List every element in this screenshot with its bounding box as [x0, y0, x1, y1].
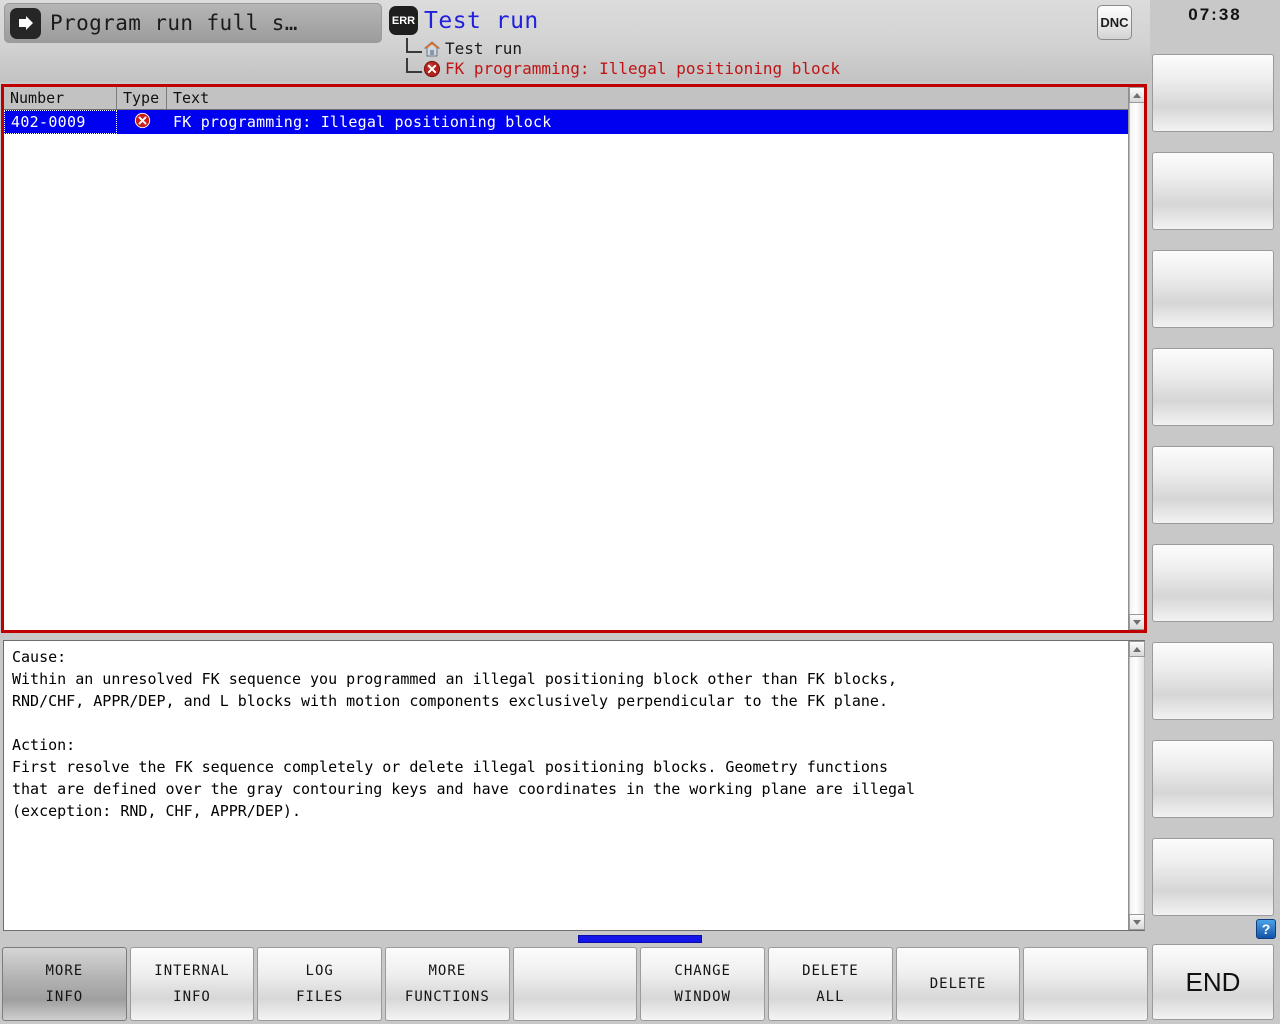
- header-bar: Program run full s… ERR Test run Test ru…: [0, 0, 1150, 82]
- softkey-delete-all[interactable]: DELETE ALL: [768, 947, 893, 1021]
- softkey-more-functions[interactable]: MORE FUNCTIONS: [385, 947, 510, 1021]
- chevron-up-icon: [1133, 646, 1141, 652]
- tree-elbow-icon: [406, 38, 422, 53]
- right-sidebar: 07:38 ? END: [1150, 0, 1280, 1024]
- softkey-empty-1[interactable]: [512, 947, 638, 1021]
- end-button[interactable]: END: [1152, 944, 1274, 1020]
- softkey-line2: ALL: [816, 989, 845, 1005]
- error-window-title: Test run: [424, 8, 539, 34]
- chevron-down-icon: [1133, 919, 1141, 925]
- softkey-line2: INFO: [45, 989, 84, 1005]
- softkey-page-indicator-fill: [578, 935, 702, 943]
- softkey-line1: DELETE: [802, 963, 859, 979]
- softkey-bar: MORE INFO INTERNAL INFO LOG FILES MORE F…: [0, 944, 1150, 1024]
- breadcrumb-label: Test run: [445, 39, 523, 58]
- softkey-internal-info[interactable]: INTERNAL INFO: [129, 947, 255, 1021]
- column-header-number: Number: [4, 87, 117, 109]
- vertical-softkey-5[interactable]: [1152, 446, 1274, 524]
- clock: 07:38: [1188, 5, 1242, 24]
- cell-number: 402-0009: [4, 110, 117, 134]
- tree-elbow-icon: [406, 58, 422, 73]
- error-circle-icon: [134, 112, 151, 133]
- softkey-more-info[interactable]: MORE INFO: [2, 947, 127, 1021]
- softkey-page-indicator: [0, 934, 1150, 944]
- softkey-line1: LOG: [305, 963, 334, 979]
- vertical-softkey-3[interactable]: [1152, 250, 1274, 328]
- table-row[interactable]: 402-0009 FK programming: Illegal positio…: [4, 110, 1144, 134]
- home-icon: [423, 40, 441, 58]
- softkey-line2: WINDOW: [674, 989, 731, 1005]
- softkey-empty-2[interactable]: [1023, 947, 1149, 1021]
- error-list-body: Number Type Text 402-0009 FK programming…: [4, 87, 1144, 630]
- column-header-text: Text: [173, 89, 210, 107]
- scroll-up-button[interactable]: [1129, 641, 1145, 657]
- chevron-up-icon: [1133, 92, 1141, 98]
- error-circle-icon: [423, 60, 441, 78]
- screen-root: Program run full s… ERR Test run Test ru…: [0, 0, 1280, 1024]
- vertical-softkey-8[interactable]: [1152, 740, 1274, 818]
- softkey-line1: DELETE: [929, 976, 987, 992]
- mode-tab-program-run[interactable]: Program run full s…: [4, 3, 382, 43]
- breadcrumb-item-error[interactable]: FK programming: Illegal positioning bloc…: [406, 58, 840, 79]
- breadcrumb-item-test-run[interactable]: Test run: [406, 38, 522, 59]
- chevron-down-icon: [1133, 619, 1141, 625]
- scroll-down-button[interactable]: [1129, 914, 1145, 930]
- softkey-delete[interactable]: DELETE: [895, 947, 1021, 1021]
- softkey-line1: INTERNAL: [154, 963, 230, 979]
- vertical-softkey-7[interactable]: [1152, 642, 1274, 720]
- scroll-down-button[interactable]: [1129, 614, 1144, 630]
- block-arrow-icon: [10, 7, 41, 39]
- column-header-type: Type: [117, 87, 167, 109]
- vertical-softkey-1[interactable]: [1152, 54, 1274, 132]
- vertical-softkey-4[interactable]: [1152, 348, 1274, 426]
- err-badge-icon[interactable]: ERR: [389, 6, 418, 35]
- softkey-line2: FILES: [296, 989, 344, 1005]
- softkey-line2: FUNCTIONS: [404, 989, 490, 1005]
- breadcrumb-error-label: FK programming: Illegal positioning bloc…: [445, 59, 840, 78]
- softkey-line1: MORE: [428, 963, 467, 979]
- error-detail-text: Cause: Within an unresolved FK sequence …: [12, 648, 916, 820]
- softkey-log-files[interactable]: LOG FILES: [257, 947, 383, 1021]
- vertical-softkey-6[interactable]: [1152, 544, 1274, 622]
- softkey-line1: MORE: [45, 963, 84, 979]
- error-list-scrollbar[interactable]: [1128, 87, 1144, 630]
- scroll-up-button[interactable]: [1129, 87, 1144, 103]
- vertical-softkey-2[interactable]: [1152, 152, 1274, 230]
- cell-text: FK programming: Illegal positioning bloc…: [173, 113, 552, 131]
- scroll-track[interactable]: [1129, 657, 1145, 914]
- vertical-softkey-9[interactable]: [1152, 838, 1274, 916]
- error-list-panel: Number Type Text 402-0009 FK programming…: [1, 84, 1147, 633]
- softkey-line1: CHANGE: [674, 963, 731, 979]
- scroll-track[interactable]: [1129, 103, 1144, 614]
- detail-scrollbar[interactable]: [1128, 641, 1145, 930]
- softkey-change-window[interactable]: CHANGE WINDOW: [640, 947, 766, 1021]
- mode-tab-label: Program run full s…: [50, 11, 298, 35]
- dnc-badge[interactable]: DNC: [1097, 5, 1132, 40]
- softkey-line2: INFO: [173, 989, 211, 1005]
- error-detail-panel: Cause: Within an unresolved FK sequence …: [3, 640, 1145, 931]
- help-icon[interactable]: ?: [1256, 919, 1276, 939]
- error-table-header: Number Type Text: [4, 87, 1144, 110]
- cell-type: [117, 110, 167, 134]
